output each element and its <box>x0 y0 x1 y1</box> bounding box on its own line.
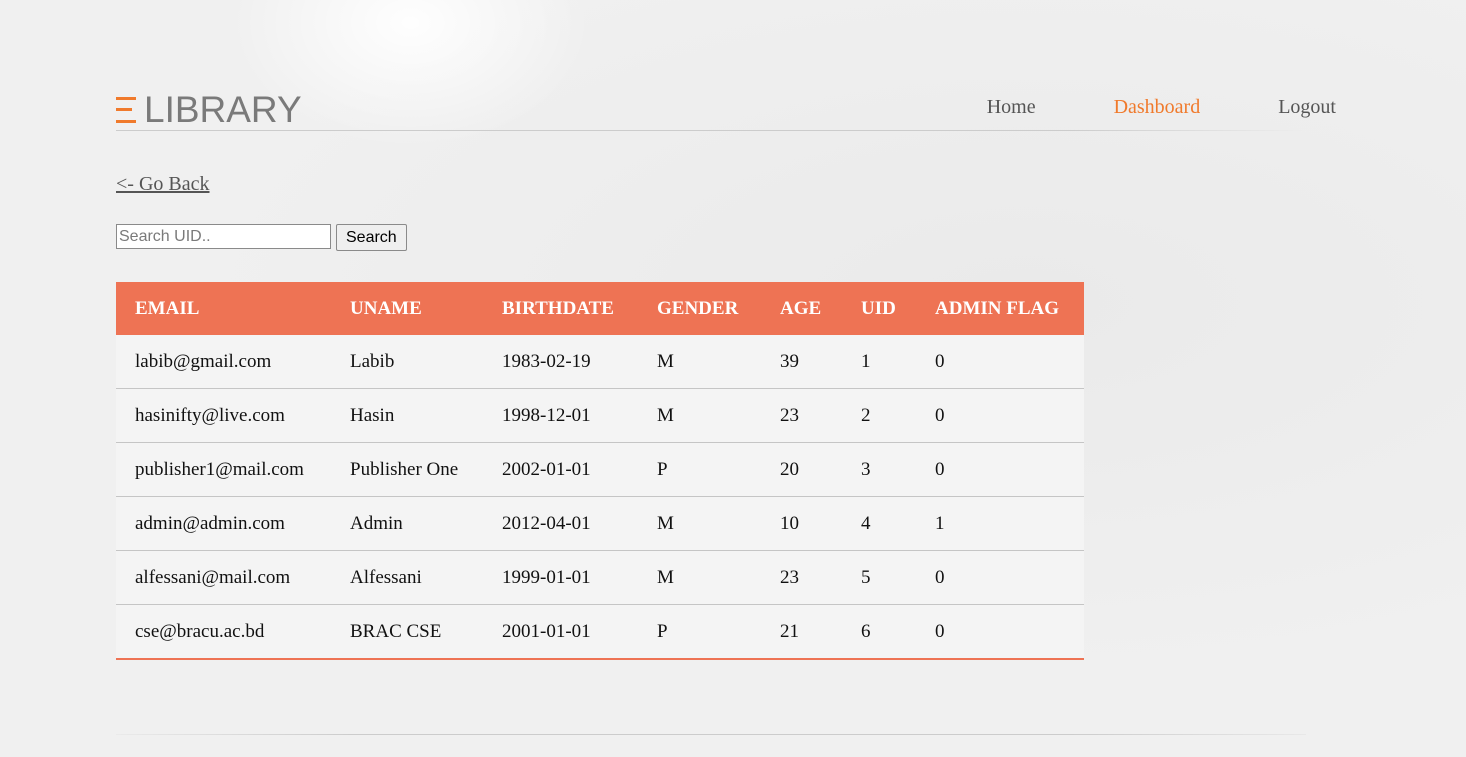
column-header-admin-flag: ADMIN FLAG <box>916 282 1084 335</box>
cell-uid: 2 <box>842 388 916 443</box>
table-row: publisher1@mail.com Publisher One 2002-0… <box>116 442 1084 497</box>
cell-email: labib@gmail.com <box>116 335 331 389</box>
cell-gender: P <box>638 604 761 660</box>
column-header-uid: UID <box>842 282 916 335</box>
cell-admin-flag: 0 <box>916 550 1084 605</box>
search-bar: Search <box>116 224 407 251</box>
cell-admin-flag: 0 <box>916 335 1084 389</box>
table-header-row: EMAIL UNAME BIRTHDATE GENDER AGE UID ADM… <box>116 282 1084 335</box>
brand-name: LIBRARY <box>144 89 302 130</box>
column-header-age: AGE <box>761 282 842 335</box>
cell-email: cse@bracu.ac.bd <box>116 604 331 660</box>
logo[interactable]: LIBRARY <box>116 90 302 130</box>
cell-age: 20 <box>761 442 842 497</box>
site-header: LIBRARY Home Dashboard Logout <box>116 88 1336 130</box>
cell-uid: 5 <box>842 550 916 605</box>
header-divider <box>116 130 1306 131</box>
cell-uname: Publisher One <box>331 442 483 497</box>
column-header-email: EMAIL <box>116 282 331 335</box>
users-table: EMAIL UNAME BIRTHDATE GENDER AGE UID ADM… <box>116 282 1084 660</box>
cell-admin-flag: 0 <box>916 442 1084 497</box>
cell-uname: Hasin <box>331 388 483 443</box>
cell-uname: BRAC CSE <box>331 604 483 660</box>
main-nav: Home Dashboard Logout <box>909 96 1336 119</box>
cell-email: alfessani@mail.com <box>116 550 331 605</box>
cell-birthdate: 2002-01-01 <box>483 442 638 497</box>
cell-birthdate: 1983-02-19 <box>483 335 638 389</box>
cell-email: admin@admin.com <box>116 496 331 551</box>
cell-birthdate: 2012-04-01 <box>483 496 638 551</box>
column-header-uname: UNAME <box>331 282 483 335</box>
table-row: hasinifty@live.com Hasin 1998-12-01 M 23… <box>116 388 1084 443</box>
cell-age: 23 <box>761 388 842 443</box>
nav-dashboard[interactable]: Dashboard <box>1114 96 1201 119</box>
nav-logout[interactable]: Logout <box>1278 96 1336 119</box>
cell-uid: 1 <box>842 335 916 389</box>
cell-gender: M <box>638 496 761 551</box>
cell-email: hasinifty@live.com <box>116 388 331 443</box>
column-header-gender: GENDER <box>638 282 761 335</box>
cell-birthdate: 1998-12-01 <box>483 388 638 443</box>
cell-age: 23 <box>761 550 842 605</box>
table-row: labib@gmail.com Labib 1983-02-19 M 39 1 … <box>116 335 1084 389</box>
search-input[interactable] <box>116 224 331 249</box>
cell-admin-flag: 0 <box>916 604 1084 660</box>
cell-gender: P <box>638 442 761 497</box>
cell-uname: Admin <box>331 496 483 551</box>
table-row: admin@admin.com Admin 2012-04-01 M 10 4 … <box>116 496 1084 551</box>
cell-age: 10 <box>761 496 842 551</box>
cell-gender: M <box>638 335 761 389</box>
cell-admin-flag: 1 <box>916 496 1084 551</box>
table-row: cse@bracu.ac.bd BRAC CSE 2001-01-01 P 21… <box>116 604 1084 660</box>
cell-age: 21 <box>761 604 842 660</box>
cell-birthdate: 1999-01-01 <box>483 550 638 605</box>
column-header-birthdate: BIRTHDATE <box>483 282 638 335</box>
cell-admin-flag: 0 <box>916 388 1084 443</box>
go-back-link[interactable]: <- Go Back <box>116 173 209 196</box>
cell-uname: Alfessani <box>331 550 483 605</box>
cell-uid: 3 <box>842 442 916 497</box>
cell-uid: 4 <box>842 496 916 551</box>
table-row: alfessani@mail.com Alfessani 1999-01-01 … <box>116 550 1084 605</box>
menu-lines-icon <box>116 96 136 124</box>
cell-gender: M <box>638 388 761 443</box>
cell-age: 39 <box>761 335 842 389</box>
nav-home[interactable]: Home <box>987 96 1036 119</box>
cell-uid: 6 <box>842 604 916 660</box>
cell-email: publisher1@mail.com <box>116 442 331 497</box>
cell-uname: Labib <box>331 335 483 389</box>
search-button[interactable]: Search <box>336 224 407 251</box>
cell-gender: M <box>638 550 761 605</box>
cell-birthdate: 2001-01-01 <box>483 604 638 660</box>
footer-divider <box>116 734 1306 735</box>
